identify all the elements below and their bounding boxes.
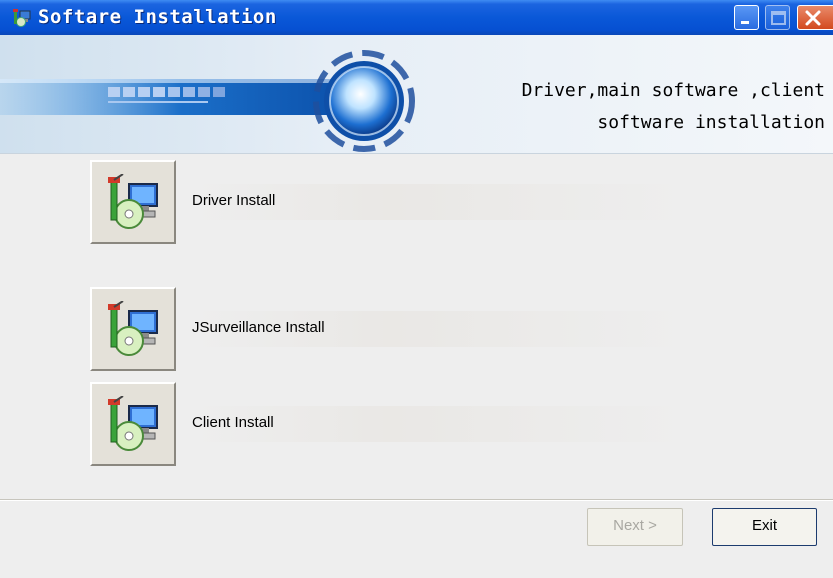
header-line-2: software installation [597, 112, 825, 133]
installer-window: Softare Installation Driver,main softwar… [0, 0, 833, 578]
next-button[interactable]: Next > [587, 508, 683, 546]
setup-icon [108, 301, 158, 356]
app-icon [12, 8, 32, 28]
driver-install-label: Driver Install [192, 192, 276, 209]
setup-icon [108, 396, 158, 451]
title-bar[interactable]: Softare Installation [0, 0, 833, 35]
jsurveillance-install-label: JSurveillance Install [192, 319, 325, 336]
minimize-icon [741, 21, 749, 24]
jsurveillance-install-row: JSurveillance Install [90, 287, 690, 373]
footer-divider [0, 499, 833, 501]
minimize-button[interactable] [734, 5, 759, 30]
maximize-icon [771, 11, 786, 25]
client-install-row: Client Install [90, 382, 690, 468]
header-description: Driver,main software ,client software in… [522, 75, 825, 139]
setup-icon [108, 174, 158, 229]
client-install-button[interactable] [90, 382, 176, 466]
header-line-1: Driver,main software ,client [521, 80, 825, 101]
client-install-label: Client Install [192, 414, 274, 431]
header-banner: Driver,main software ,client software in… [0, 35, 833, 154]
jsurveillance-install-button[interactable] [90, 287, 176, 371]
maximize-button[interactable] [765, 5, 790, 30]
close-icon [805, 10, 821, 26]
close-button[interactable] [797, 5, 833, 30]
driver-install-row: Driver Install [90, 160, 690, 246]
exit-button[interactable]: Exit [712, 508, 817, 546]
driver-install-button[interactable] [90, 160, 176, 244]
window-title: Softare Installation [38, 6, 277, 28]
